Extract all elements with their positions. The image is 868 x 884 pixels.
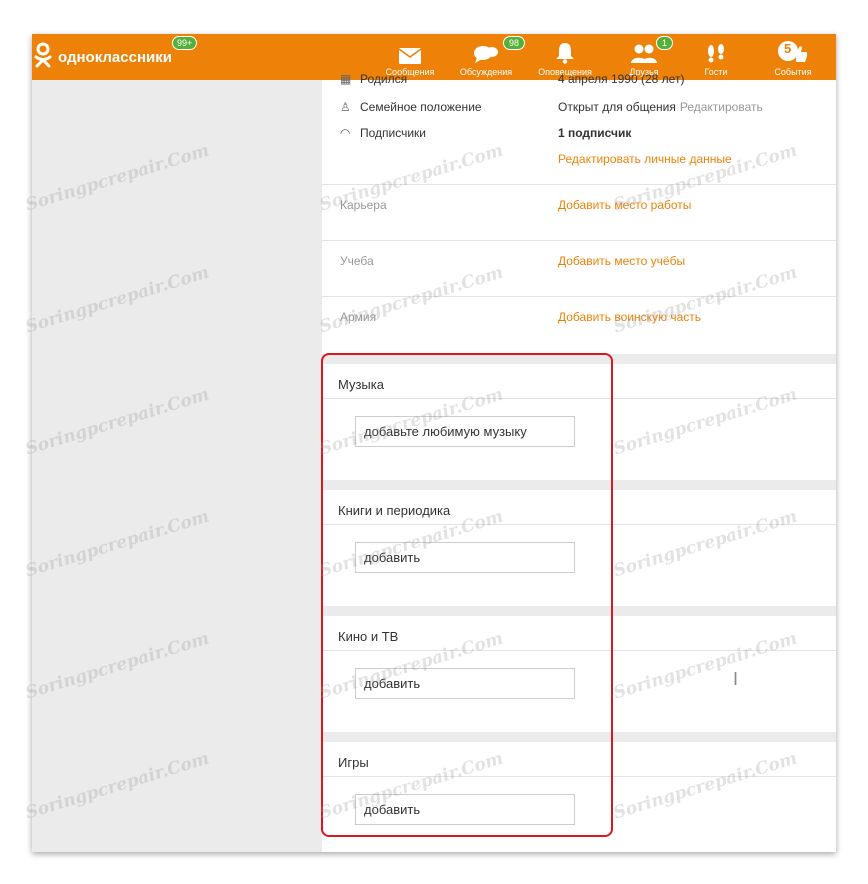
family-value-wrap: Открыт для общения Редактировать bbox=[558, 100, 763, 114]
subscribers-value-wrap[interactable]: 1 подписчик bbox=[558, 126, 631, 140]
calendar-icon: ▦ bbox=[340, 72, 352, 86]
subscribers-row: ◠ Подписчики 1 подписчик bbox=[322, 126, 836, 142]
birth-label: Родился bbox=[360, 72, 408, 86]
events-count: 5 bbox=[784, 41, 792, 56]
career-row: Карьера Добавить место работы bbox=[322, 198, 836, 214]
ok-logo-icon bbox=[34, 42, 52, 73]
friends-icon: 1 bbox=[630, 34, 674, 64]
family-label: Семейное положение bbox=[360, 100, 482, 114]
person-heart-icon: ♙ bbox=[340, 100, 351, 114]
discussions-badge: 98 bbox=[503, 36, 526, 50]
chat-icon: 98 bbox=[473, 34, 526, 64]
friends-badge: 1 bbox=[656, 36, 674, 50]
birth-row: ▦ Родился 4 апреля 1990 (28 лет) bbox=[322, 72, 836, 88]
footprints-icon bbox=[705, 34, 727, 64]
family-row: ♙ Семейное положение Открыт для общения Р… bbox=[322, 100, 836, 116]
family-value: Открыт для общения bbox=[558, 100, 676, 114]
study-row: Учеба Добавить место учёбы bbox=[322, 254, 836, 270]
notification-badge: 99+ bbox=[172, 36, 198, 50]
family-edit-link[interactable]: Редактировать bbox=[680, 100, 763, 114]
study-link[interactable]: Добавить место учёбы bbox=[558, 254, 685, 268]
birth-value: 4 апреля 1990 (28 лет) bbox=[558, 72, 685, 86]
rss-icon: ◠ bbox=[340, 126, 351, 140]
divider bbox=[322, 240, 836, 241]
bell-icon bbox=[555, 34, 575, 64]
logo-text: одноклассники bbox=[58, 49, 172, 66]
envelope-icon bbox=[399, 34, 421, 64]
events-icon: 5 bbox=[777, 34, 809, 64]
text-cursor-icon: I bbox=[733, 669, 739, 689]
edit-personal-link[interactable]: Редактировать личные данные bbox=[558, 152, 732, 166]
subscribers-label: Подписчики bbox=[360, 126, 427, 140]
subscribers-value: 1 подписчик bbox=[558, 126, 632, 140]
site-logo[interactable]: одноклассники bbox=[34, 42, 172, 73]
study-label: Учеба bbox=[340, 254, 374, 268]
